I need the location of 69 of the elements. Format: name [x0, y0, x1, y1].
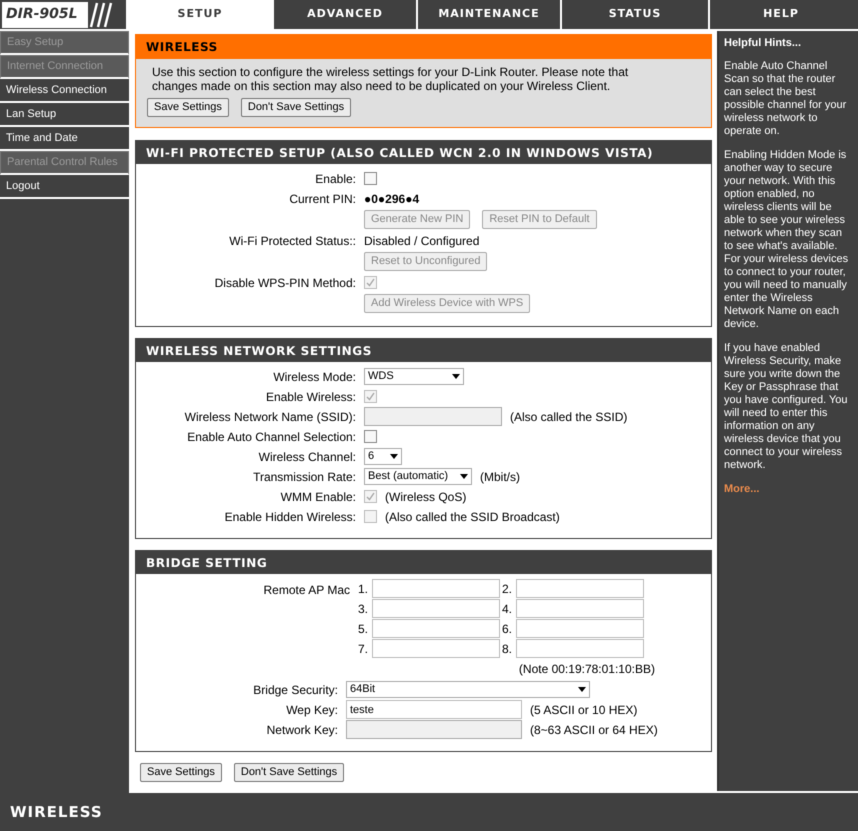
- field-label: WMM Enable:: [280, 490, 356, 504]
- text-field[interactable]: teste: [346, 700, 522, 719]
- dropdown[interactable]: 64Bit: [346, 681, 590, 698]
- action-button[interactable]: Save Settings: [147, 98, 229, 117]
- mac-field[interactable]: [516, 619, 644, 638]
- action-button[interactable]: Don't Save Settings: [234, 763, 344, 782]
- field-label: Wireless Network Name (SSID):: [184, 410, 356, 424]
- hint-text: Enabling Hidden Mode is another way to secure your network. With this option enabled, no wireless clients will be able to see your wireless network when they scan to see what's available. For your wireless devices to connect to your router, you will need to manually enter the Wireless Network Name on each device.: [724, 149, 850, 331]
- field-label: Enable Auto Channel Selection:: [187, 430, 356, 444]
- more-link[interactable]: More...: [724, 483, 853, 496]
- field-number: 5.: [358, 620, 370, 638]
- checkbox[interactable]: [364, 430, 377, 443]
- mac-field[interactable]: [516, 639, 644, 658]
- field-label: Enable Wireless:: [266, 390, 356, 404]
- section-title: BRIDGE SETTING: [136, 551, 711, 574]
- mac-field[interactable]: [372, 619, 500, 638]
- field-number: 4.: [502, 600, 514, 618]
- section-title: WIRELESS NETWORK SETTINGS: [136, 339, 711, 362]
- mac-field[interactable]: [516, 579, 644, 598]
- hint-text: Enable Auto Channel Scan so that the router can select the best possible channel for your wireless network to operate on.: [724, 60, 848, 138]
- checkbox[interactable]: [364, 172, 377, 185]
- field-number: 8.: [502, 640, 514, 658]
- field-number: 1.: [358, 580, 370, 598]
- field-value: Disabled / Configured: [364, 232, 480, 250]
- hint-text: If you have enabled Wireless Security, make sure you write down the Key or Passphrase that you have configured. You will need to enter this information on any wireless device that you connect to your wireless network.: [724, 342, 849, 472]
- field-label: Enable:: [315, 172, 356, 186]
- product-logo: DIR-905L: [2, 2, 88, 28]
- field-note: (Wireless QoS): [385, 488, 466, 506]
- field-number: 6.: [502, 620, 514, 638]
- section-title: WIRELESS: [136, 35, 711, 59]
- footer-title: WIRELESS: [10, 802, 103, 823]
- field-note: (Note 00:19:78:01:10:BB): [518, 661, 655, 678]
- field-note: (Also called the SSID): [510, 408, 628, 426]
- mac-field[interactable]: [372, 599, 500, 618]
- field-label: Remote AP Mac: [264, 583, 350, 597]
- field-label: Bridge Security:: [253, 682, 338, 696]
- caret-icon: [578, 687, 586, 692]
- mac-field[interactable]: [516, 599, 644, 618]
- dropdown[interactable]: Best (automatic): [364, 468, 472, 485]
- mac-field[interactable]: [372, 639, 500, 658]
- field-label: Network Key:: [266, 722, 338, 736]
- dropdown[interactable]: 6: [364, 448, 402, 465]
- caret-icon: [390, 454, 398, 459]
- caret-icon: [452, 374, 460, 379]
- dropdown[interactable]: WDS: [364, 368, 464, 385]
- section-title: WI-FI PROTECTED SETUP (ALSO CALLED WCN 2.0 IN WINDOWS VISTA): [136, 141, 711, 164]
- field-label: Wireless Mode:: [273, 370, 356, 384]
- mac-field[interactable]: [372, 579, 500, 598]
- nav-tab[interactable]: SETUP: [128, 0, 272, 29]
- field-note: (Also called the SSID Broadcast): [385, 508, 560, 526]
- field-value: ●0●296●4: [364, 190, 420, 208]
- field-note: (8~63 ASCII or 64 HEX): [530, 722, 658, 738]
- field-label: Enable Hidden Wireless:: [224, 510, 356, 524]
- field-note: (Mbit/s): [480, 468, 520, 486]
- field-label: Disable WPS-PIN Method:: [214, 276, 356, 290]
- field-number: 2.: [502, 580, 514, 598]
- field-label: Wep Key:: [286, 702, 338, 716]
- action-button[interactable]: Don't Save Settings: [240, 98, 352, 117]
- field-label: Transmission Rate:: [253, 470, 356, 484]
- field-label: Wireless Channel:: [258, 450, 356, 464]
- field-number: 3.: [358, 600, 370, 618]
- intro-text: Use this section to configure the wireless settings for your D-Link Router. Please note that changes made on this section may also need to be duplicated on your Wireless Client.: [151, 64, 630, 93]
- field-label: Wi-Fi Protected Status::: [229, 234, 356, 248]
- field-label: Current PIN:: [289, 192, 356, 206]
- hints-title: Helpful Hints...: [724, 37, 802, 50]
- action-button[interactable]: Save Settings: [140, 763, 222, 782]
- caret-icon: [460, 474, 468, 479]
- field-note: (5 ASCII or 10 HEX): [530, 702, 638, 718]
- field-number: 7.: [358, 640, 370, 658]
